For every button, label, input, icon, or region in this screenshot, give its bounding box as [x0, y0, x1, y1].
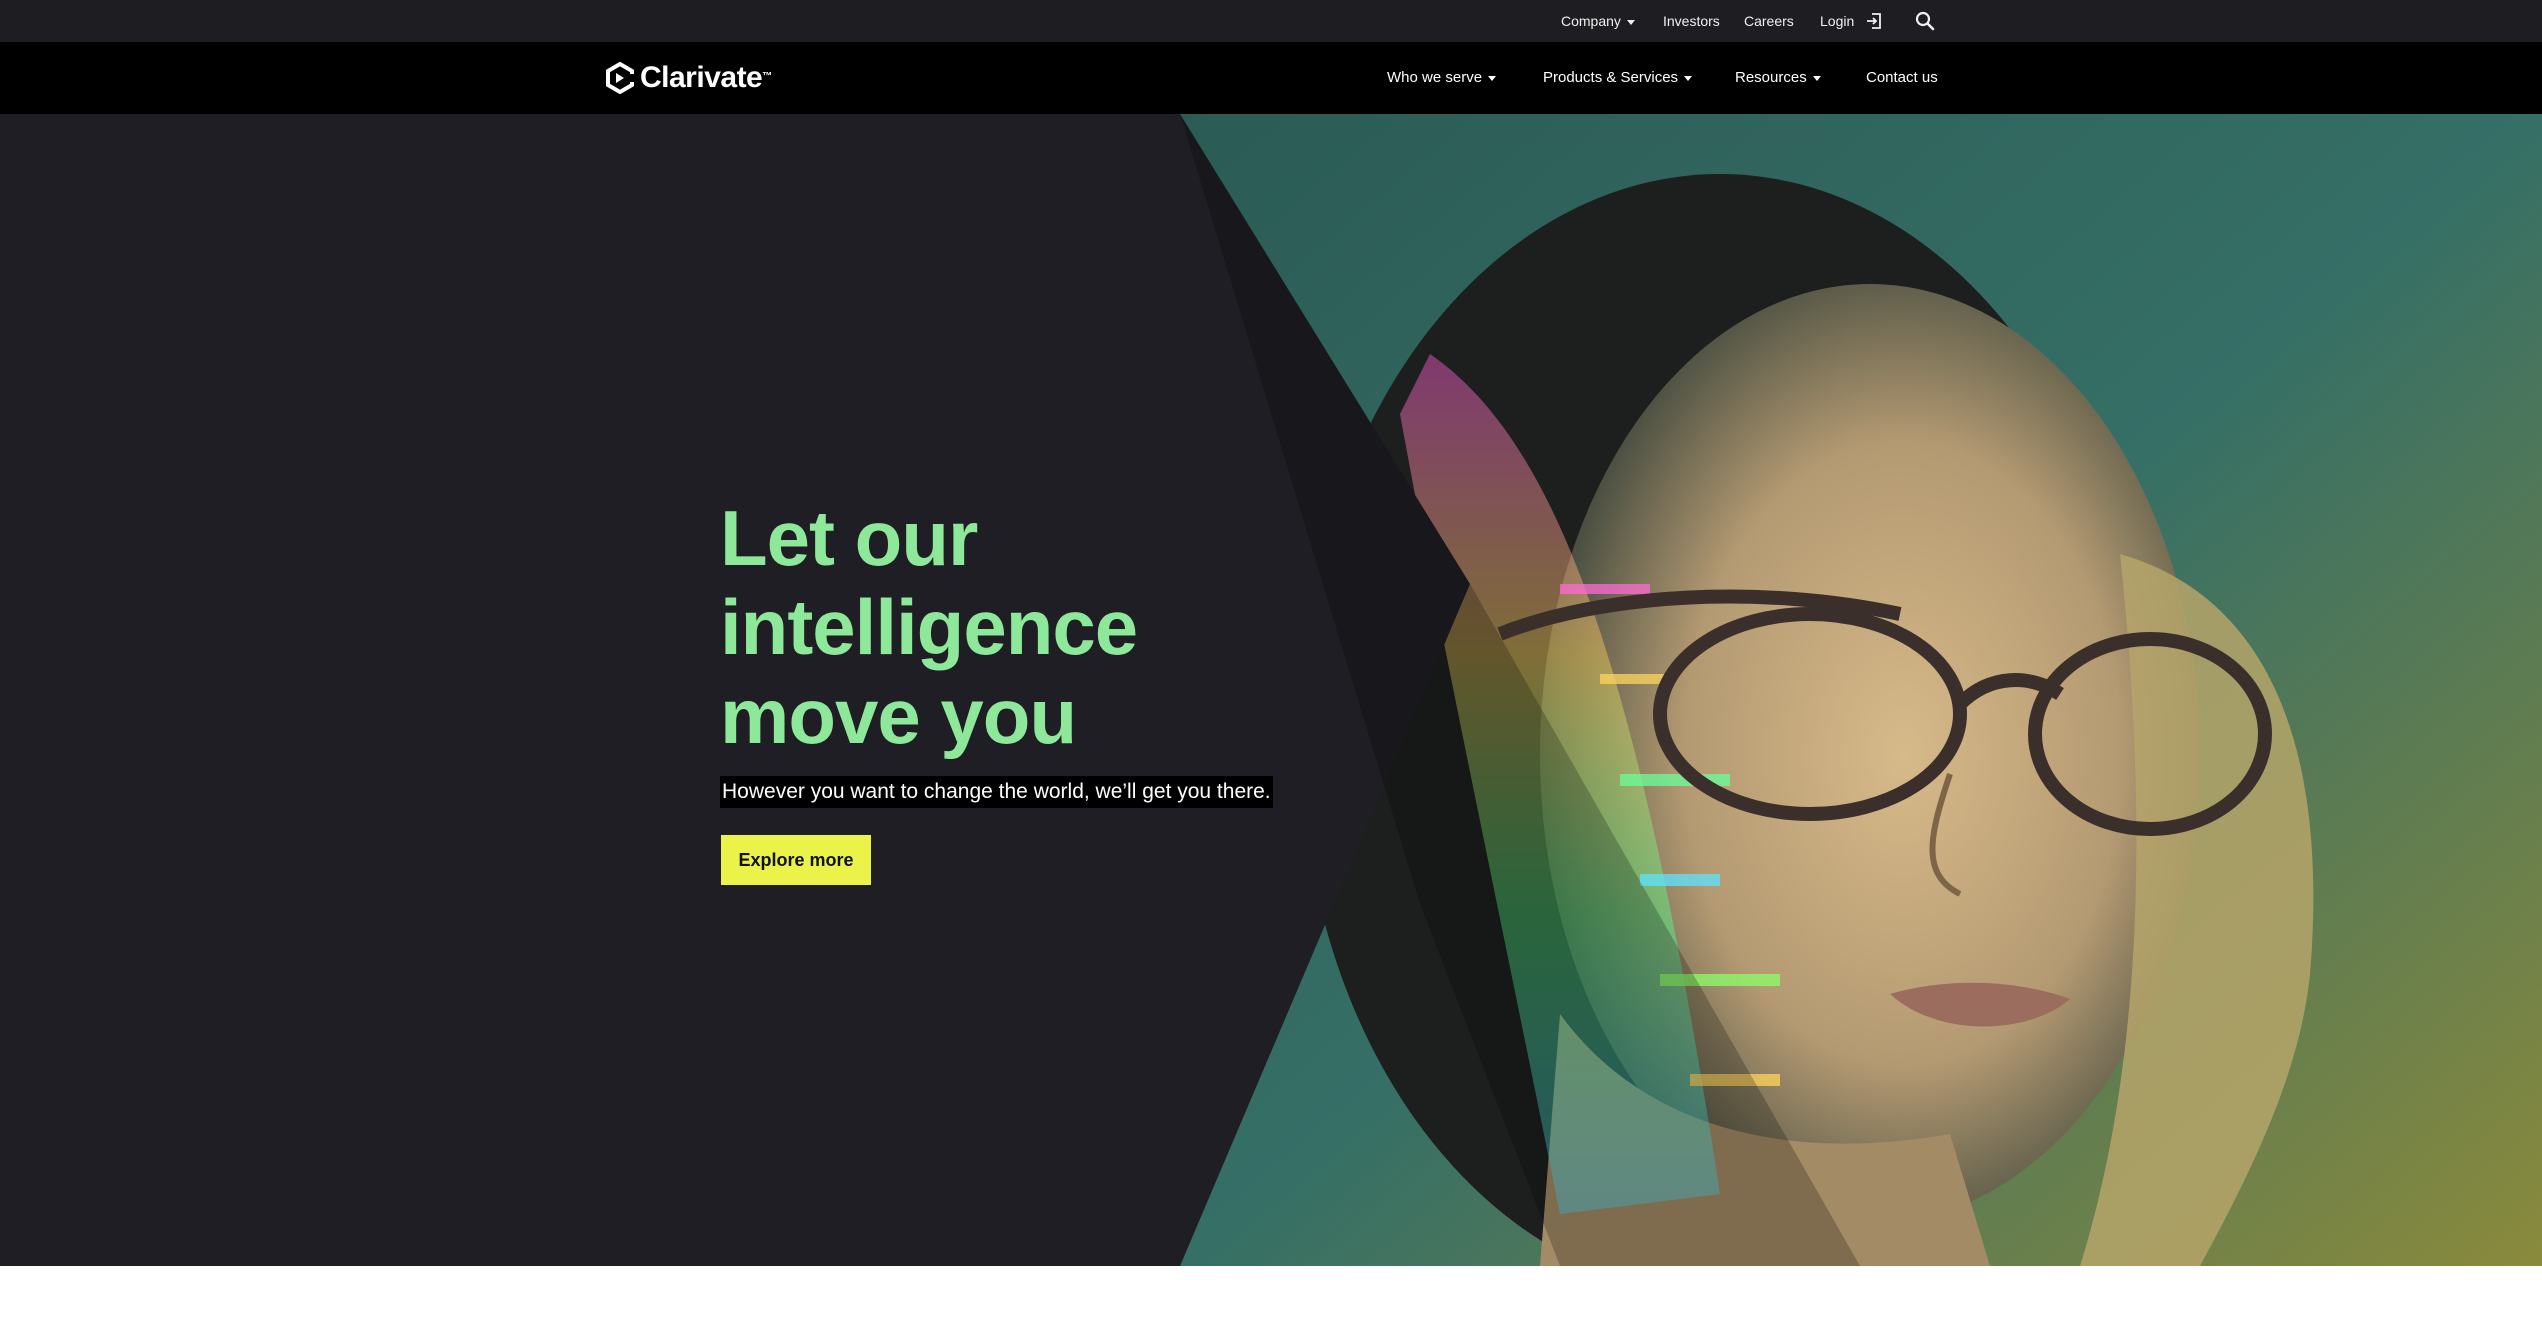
brand-trademark: ™: [762, 70, 772, 82]
hero-title-line-2: intelligence: [720, 583, 1138, 671]
nav-who-we-serve[interactable]: Who we serve: [1387, 42, 1497, 114]
main-nav: Clarivate ™ Who we serve Products & Serv…: [0, 42, 2542, 114]
clarivate-logo[interactable]: Clarivate ™: [606, 60, 772, 96]
nav-products-services[interactable]: Products & Services: [1543, 42, 1693, 114]
utility-company-label: Company: [1561, 13, 1621, 29]
utility-bar: Company Investors Careers Login: [0, 0, 2542, 42]
hero-section: Let our intelligence move you However yo…: [0, 114, 2542, 1266]
utility-login-link[interactable]: Login: [1820, 0, 1854, 42]
utility-company-menu[interactable]: Company: [1561, 0, 1635, 42]
nav-who-we-serve-label: Who we serve: [1387, 69, 1483, 86]
nav-contact-us[interactable]: Contact us: [1866, 42, 1938, 114]
explore-more-button[interactable]: Explore more: [721, 835, 871, 885]
hero-subtitle: However you want to change the world, we…: [720, 776, 1273, 808]
hero-title-line-3: move you: [720, 672, 1077, 760]
nav-resources[interactable]: Resources: [1735, 42, 1821, 114]
clarivate-logo-mark-icon: [606, 62, 634, 94]
page-content-start: [0, 1266, 2542, 1332]
search-icon[interactable]: [1914, 10, 1936, 32]
nav-products-services-label: Products & Services: [1543, 69, 1679, 86]
chevron-down-icon: [1626, 19, 1635, 25]
login-icon[interactable]: [1864, 11, 1884, 31]
utility-careers-link[interactable]: Careers: [1744, 0, 1794, 42]
hero-title-line-1: Let our: [720, 494, 978, 582]
chevron-down-icon: [1812, 75, 1821, 81]
nav-resources-label: Resources: [1735, 69, 1807, 86]
brand-name: Clarivate: [640, 61, 763, 94]
chevron-down-icon: [1684, 75, 1693, 81]
chevron-down-icon: [1488, 75, 1497, 81]
hero-title: Let our intelligence move you: [720, 494, 1360, 761]
utility-investors-link[interactable]: Investors: [1663, 0, 1720, 42]
